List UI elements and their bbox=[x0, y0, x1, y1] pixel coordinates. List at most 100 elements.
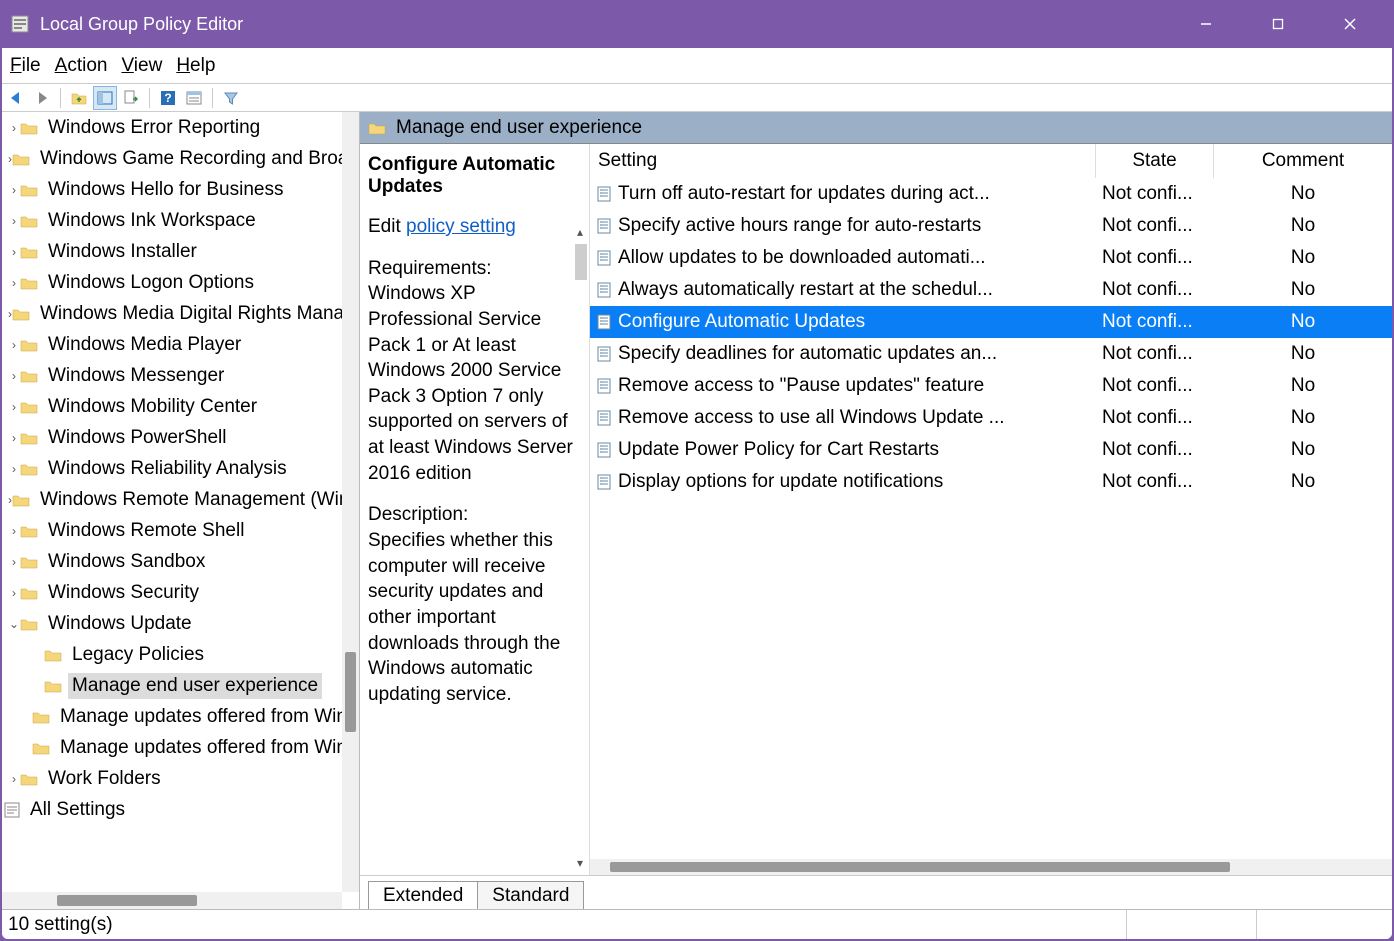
expander-icon[interactable]: ⌄ bbox=[8, 617, 20, 631]
tree-item[interactable]: ›Windows Remote Shell bbox=[2, 515, 359, 546]
expander-icon[interactable]: › bbox=[8, 400, 20, 414]
policy-comment: No bbox=[1214, 279, 1392, 301]
properties-button[interactable] bbox=[182, 86, 206, 110]
menu-file[interactable]: File bbox=[10, 55, 41, 77]
policy-row[interactable]: Specify deadlines for automatic updates … bbox=[590, 338, 1392, 370]
tree-item[interactable]: Manage end user experience bbox=[2, 670, 359, 701]
tree-item[interactable]: › Windows Error Reporting bbox=[2, 112, 359, 143]
tree-item[interactable]: ›Windows Media Player bbox=[2, 329, 359, 360]
menu-help[interactable]: Help bbox=[176, 55, 215, 77]
requirements-text: Windows XP Professional Service Pack 1 o… bbox=[368, 283, 573, 483]
policy-comment: No bbox=[1214, 247, 1392, 269]
policy-row[interactable]: Specify active hours range for auto-rest… bbox=[590, 210, 1392, 242]
tree-item-label: Windows Hello for Business bbox=[44, 177, 287, 203]
policy-row[interactable]: Remove access to use all Windows Update … bbox=[590, 402, 1392, 434]
tree-item-label: Manage end user experience bbox=[68, 673, 322, 699]
policy-comment: No bbox=[1214, 471, 1392, 493]
tree-item[interactable]: ›Windows Reliability Analysis bbox=[2, 453, 359, 484]
policy-setting-name: Remove access to use all Windows Update … bbox=[618, 407, 1005, 429]
tree-item-label: Windows Logon Options bbox=[44, 270, 258, 296]
statusbar: 10 setting(s) bbox=[2, 909, 1392, 939]
description-label: Description: bbox=[368, 504, 468, 525]
tree-item[interactable]: Manage updates offered from Windows Upda… bbox=[2, 701, 359, 732]
minimize-button[interactable] bbox=[1184, 9, 1228, 39]
tree-item[interactable]: ›Windows Game Recording and Broadcasting bbox=[2, 143, 359, 174]
forward-button[interactable] bbox=[30, 86, 54, 110]
tree-item[interactable]: Manage updates offered from Windows Serv… bbox=[2, 732, 359, 763]
up-folder-button[interactable] bbox=[67, 86, 91, 110]
expander-icon[interactable]: › bbox=[8, 524, 20, 538]
tree-item[interactable]: ›Windows Media Digital Rights Management bbox=[2, 298, 359, 329]
expander-icon[interactable]: › bbox=[8, 183, 20, 197]
expander-icon[interactable]: › bbox=[8, 338, 20, 352]
column-setting[interactable]: Setting bbox=[590, 144, 1096, 178]
tree-item[interactable]: ›Windows Ink Workspace bbox=[2, 205, 359, 236]
policy-row[interactable]: Configure Automatic UpdatesNot confi...N… bbox=[590, 306, 1392, 338]
expander-icon[interactable]: › bbox=[8, 121, 20, 135]
expander-icon[interactable]: › bbox=[8, 431, 20, 445]
close-button[interactable] bbox=[1328, 9, 1372, 39]
tree-list[interactable]: › Windows Error Reporting›Windows Game Re… bbox=[2, 112, 359, 909]
menu-action[interactable]: Action bbox=[55, 55, 108, 77]
policy-row[interactable]: Update Power Policy for Cart RestartsNot… bbox=[590, 434, 1392, 466]
policy-comment: No bbox=[1214, 215, 1392, 237]
menubar: File Action View Help bbox=[2, 48, 1392, 84]
policy-row[interactable]: Display options for update notifications… bbox=[590, 466, 1392, 498]
expander-icon[interactable]: › bbox=[8, 276, 20, 290]
tree-item[interactable]: ›Work Folders bbox=[2, 763, 359, 794]
tree-item[interactable]: ›Windows Security bbox=[2, 577, 359, 608]
list-scrollbar-horizontal[interactable] bbox=[590, 859, 1392, 875]
list-rows[interactable]: Turn off auto-restart for updates during… bbox=[590, 178, 1392, 859]
description-scrollbar[interactable]: ▴ ▾ bbox=[572, 144, 589, 875]
tree-item[interactable]: › Windows Logon Options bbox=[2, 267, 359, 298]
menu-view[interactable]: View bbox=[121, 55, 162, 77]
tree-item[interactable]: ›Windows Messenger bbox=[2, 360, 359, 391]
edit-policy-link[interactable]: policy setting bbox=[406, 216, 516, 237]
policy-state: Not confi... bbox=[1096, 471, 1214, 493]
expander-icon[interactable]: › bbox=[8, 214, 20, 228]
tree-item-label: Manage updates offered from Windows Upda… bbox=[56, 704, 359, 730]
export-list-button[interactable] bbox=[119, 86, 143, 110]
tree-item[interactable]: ›Windows Sandbox bbox=[2, 546, 359, 577]
tree-item-label: Windows Error Reporting bbox=[44, 115, 264, 141]
policy-state: Not confi... bbox=[1096, 407, 1214, 429]
expander-icon[interactable]: › bbox=[8, 369, 20, 383]
tree-item[interactable]: ›Windows Remote Management (WinRM) bbox=[2, 484, 359, 515]
policy-row[interactable]: Always automatically restart at the sche… bbox=[590, 274, 1392, 306]
tab-extended[interactable]: Extended bbox=[368, 881, 478, 909]
tree-item[interactable]: All Settings bbox=[2, 794, 359, 825]
back-button[interactable] bbox=[4, 86, 28, 110]
tree-item-label: Windows Media Digital Rights Management bbox=[36, 301, 359, 327]
scroll-down-icon[interactable]: ▾ bbox=[573, 855, 587, 871]
policy-row[interactable]: Remove access to "Pause updates" feature… bbox=[590, 370, 1392, 402]
tree-scrollbar-vertical[interactable] bbox=[342, 112, 359, 892]
window-title: Local Group Policy Editor bbox=[40, 14, 1184, 35]
toolbar: ? bbox=[2, 84, 1392, 112]
help-button[interactable]: ? bbox=[156, 86, 180, 110]
policy-comment: No bbox=[1214, 311, 1392, 333]
tree-scrollbar-horizontal[interactable] bbox=[2, 892, 342, 909]
show-hide-tree-button[interactable] bbox=[93, 86, 117, 110]
expander-icon[interactable]: › bbox=[8, 772, 20, 786]
tree-item[interactable]: ›Windows PowerShell bbox=[2, 422, 359, 453]
column-comment[interactable]: Comment bbox=[1214, 144, 1392, 178]
tree-item[interactable]: ›Windows Mobility Center bbox=[2, 391, 359, 422]
policy-row[interactable]: Turn off auto-restart for updates during… bbox=[590, 178, 1392, 210]
status-text: 10 setting(s) bbox=[8, 914, 113, 936]
expander-icon[interactable]: › bbox=[8, 462, 20, 476]
scroll-up-icon[interactable]: ▴ bbox=[573, 224, 587, 240]
tree-item[interactable]: Legacy Policies bbox=[2, 639, 359, 670]
column-state[interactable]: State bbox=[1096, 144, 1214, 178]
policy-row[interactable]: Allow updates to be downloaded automati.… bbox=[590, 242, 1392, 274]
maximize-button[interactable] bbox=[1256, 9, 1300, 39]
tree-item[interactable]: ⌄Windows Update bbox=[2, 608, 359, 639]
expander-icon[interactable]: › bbox=[8, 245, 20, 259]
tree-item[interactable]: ›Windows Installer bbox=[2, 236, 359, 267]
folder-icon bbox=[368, 121, 386, 135]
expander-icon[interactable]: › bbox=[8, 555, 20, 569]
policy-setting-name: Specify active hours range for auto-rest… bbox=[618, 215, 981, 237]
tree-item[interactable]: › Windows Hello for Business bbox=[2, 174, 359, 205]
filter-button[interactable] bbox=[219, 86, 243, 110]
tab-standard[interactable]: Standard bbox=[477, 881, 584, 909]
expander-icon[interactable]: › bbox=[8, 586, 20, 600]
